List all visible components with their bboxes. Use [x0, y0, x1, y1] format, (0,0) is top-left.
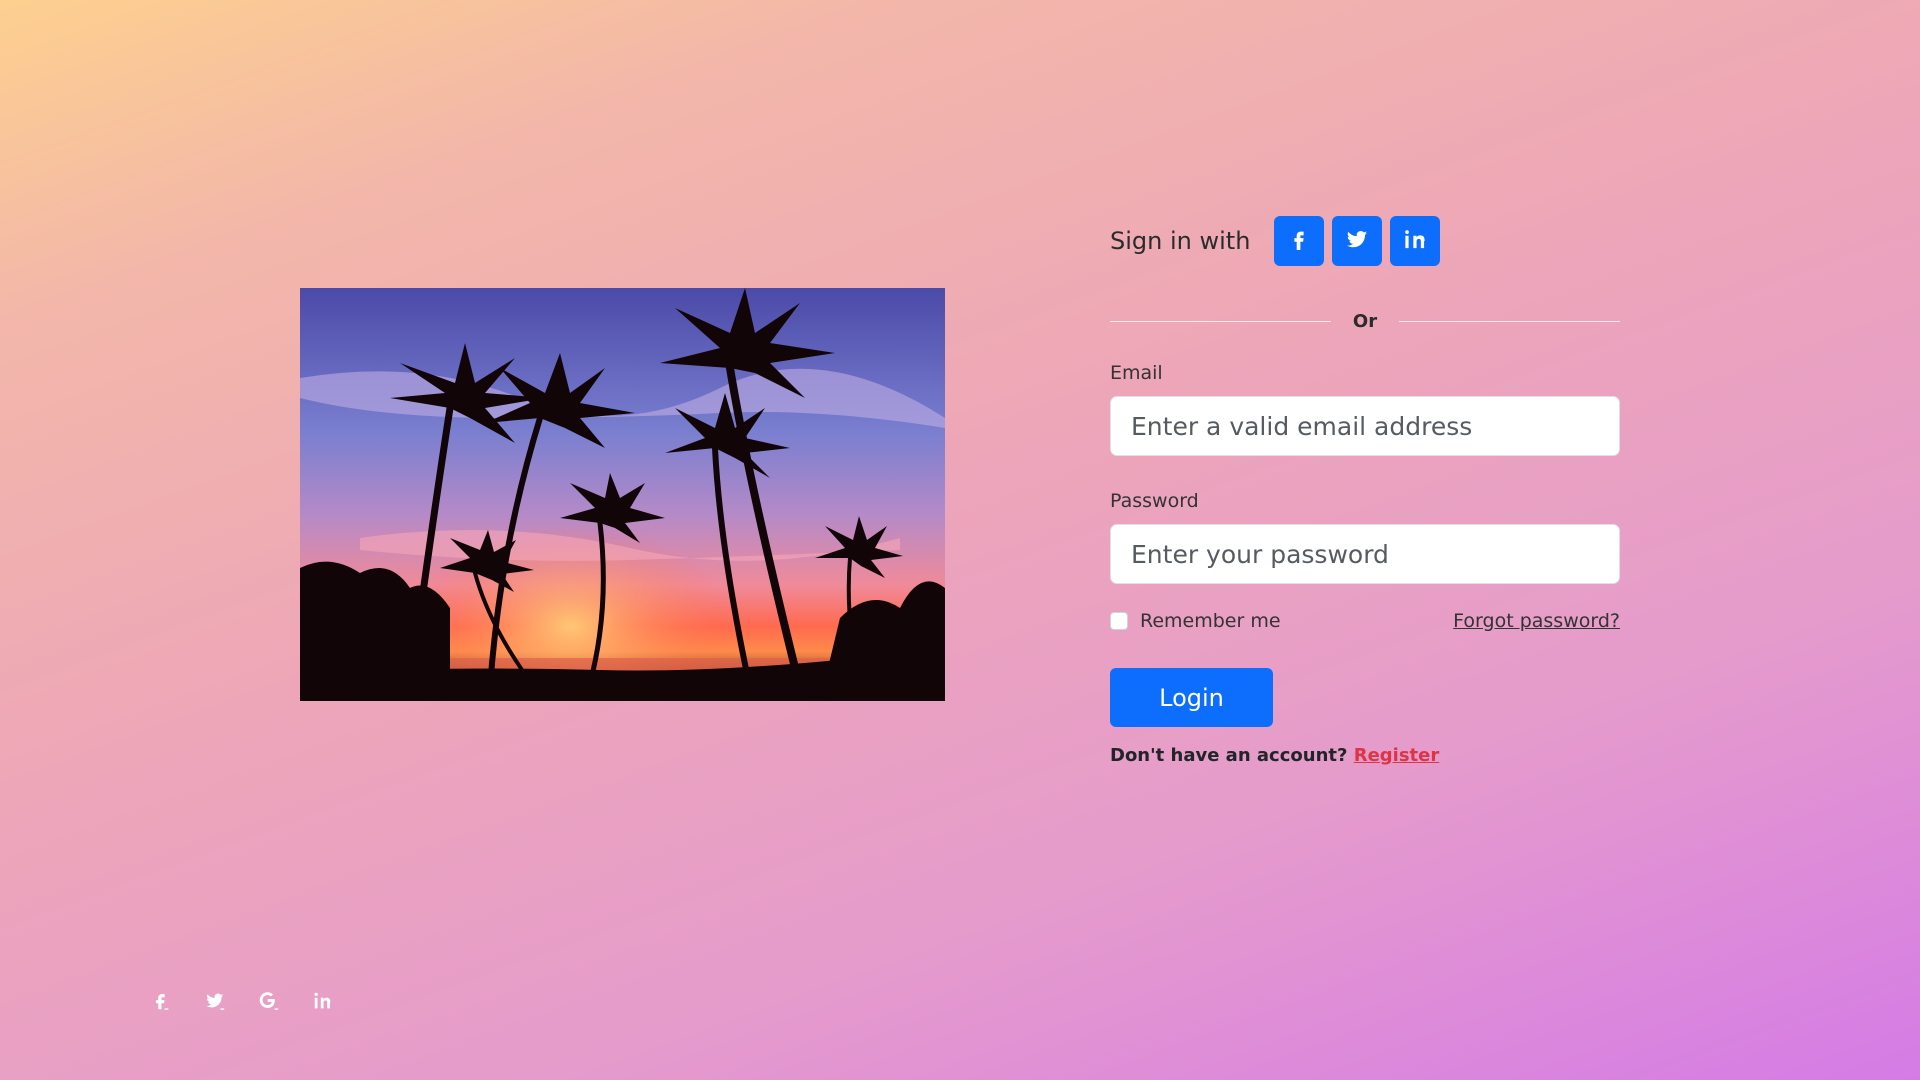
- email-field[interactable]: [1110, 396, 1620, 456]
- twitter-signin-button[interactable]: [1332, 216, 1383, 266]
- facebook-icon[interactable]: [150, 990, 172, 1012]
- remember-me-checkbox[interactable]: [1110, 612, 1128, 630]
- password-field[interactable]: [1110, 524, 1620, 584]
- linkedin-signin-button[interactable]: [1390, 216, 1441, 266]
- palm-sunset-image: [300, 288, 945, 701]
- signin-label: Sign in with: [1110, 227, 1251, 255]
- register-prompt-text: Don't have an account?: [1110, 745, 1354, 766]
- register-prompt: Don't have an account? Register: [1110, 745, 1620, 766]
- remember-me-label[interactable]: Remember me: [1140, 610, 1281, 632]
- or-text: Or: [1352, 310, 1378, 332]
- divider-line-left: [1110, 320, 1331, 322]
- facebook-signin-button[interactable]: [1274, 216, 1325, 266]
- twitter-icon[interactable]: [204, 990, 226, 1012]
- or-divider: Or: [1110, 306, 1620, 336]
- login-form: Sign in with Or Email Enter a valid emai…: [1110, 216, 1620, 766]
- twitter-icon: [1346, 228, 1368, 254]
- register-link[interactable]: Register: [1354, 745, 1440, 766]
- forgot-password-link[interactable]: Forgot password?: [1453, 610, 1620, 632]
- linkedin-icon: [1404, 228, 1426, 254]
- social-signin-row: Sign in with: [1110, 216, 1620, 266]
- login-page: Sign in with Or Email Enter a valid emai…: [0, 0, 1920, 1080]
- footer-social-icons: [150, 990, 334, 1012]
- form-options-row: Remember me Forgot password?: [1110, 608, 1620, 634]
- login-button[interactable]: Login: [1110, 668, 1273, 727]
- facebook-icon: [1288, 228, 1310, 254]
- linkedin-icon[interactable]: [312, 990, 334, 1012]
- divider-line-right: [1399, 320, 1620, 322]
- password-label: Password: [1110, 490, 1199, 512]
- google-icon[interactable]: [258, 990, 280, 1012]
- remember-me: Remember me: [1110, 610, 1281, 632]
- email-label: Email: [1110, 362, 1163, 384]
